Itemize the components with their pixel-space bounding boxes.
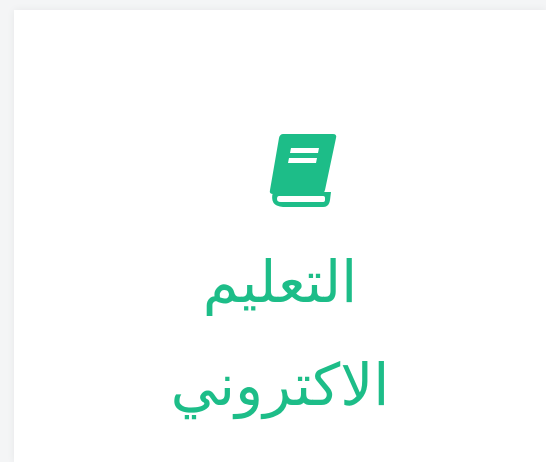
card-title-line1: التعليم <box>202 248 358 316</box>
book-icon <box>259 126 339 216</box>
card-title-line2: الاكتروني <box>170 351 390 419</box>
elearning-card[interactable]: التعليم الاكتروني <box>14 10 546 462</box>
